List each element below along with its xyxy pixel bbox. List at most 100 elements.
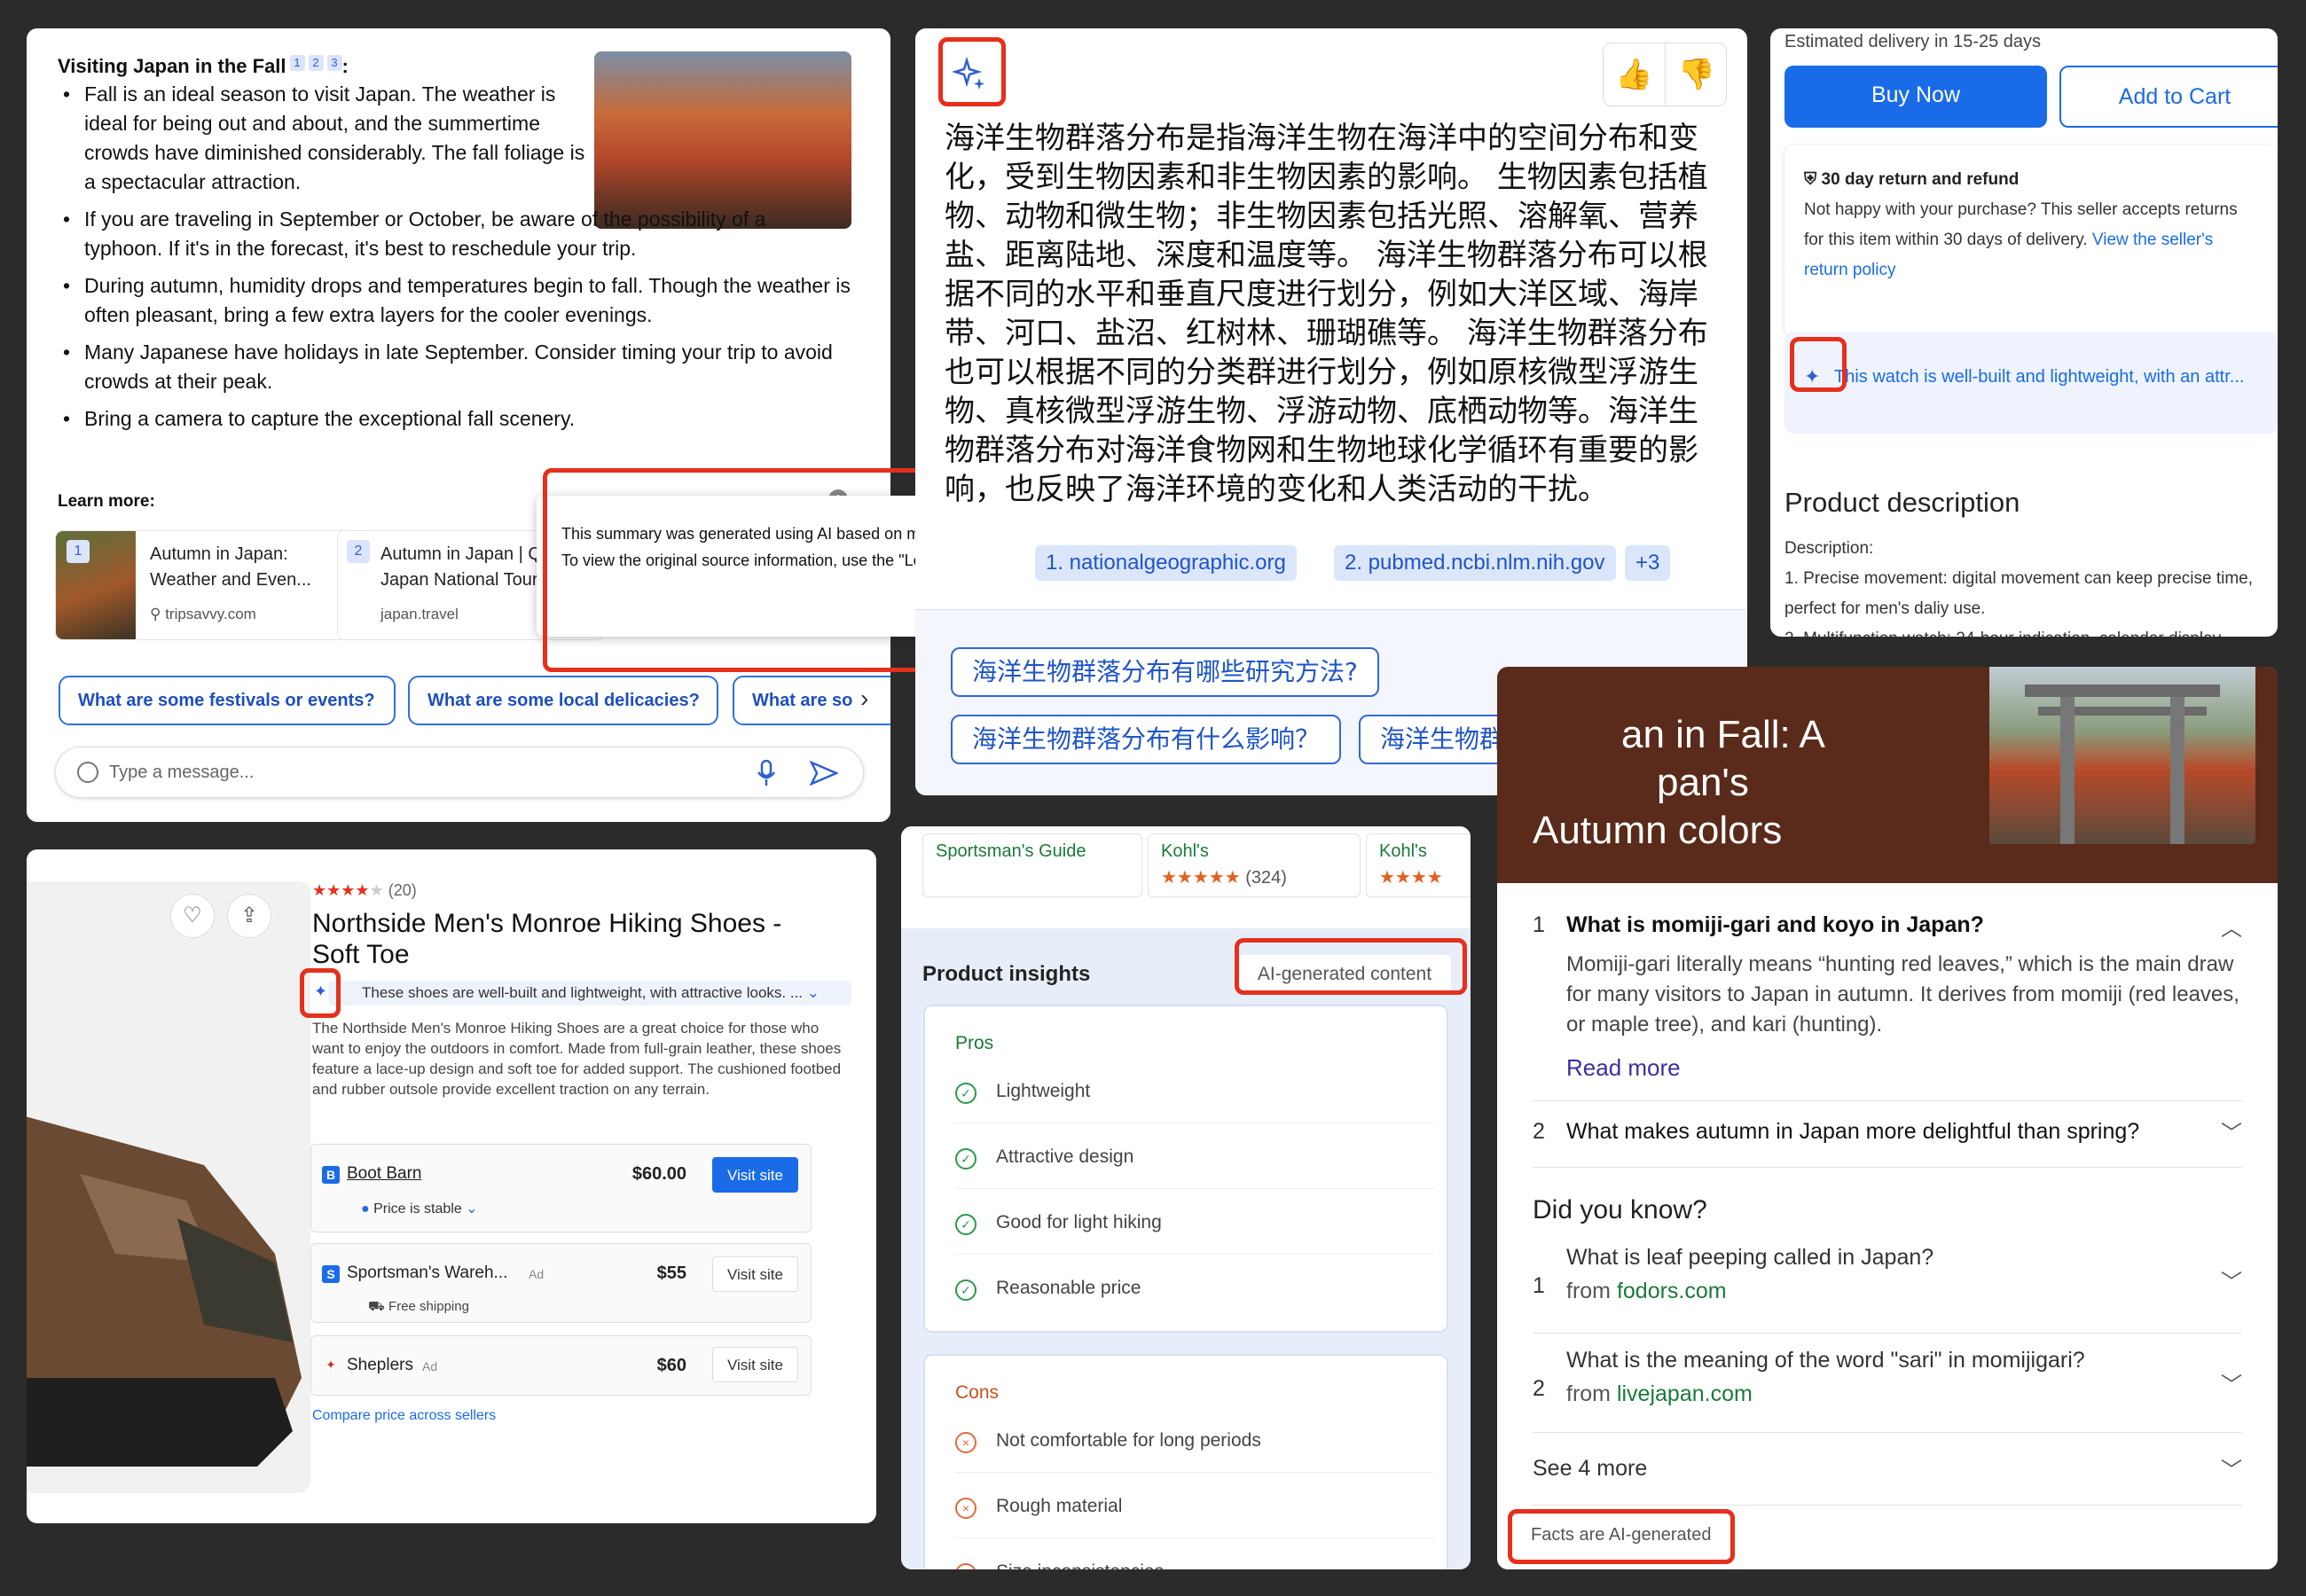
ai-summary-row[interactable]: ✦ This watch is well-built and lightweig… [1784,332,2278,434]
japan-fall-panel: an in Fall: Apan's Autumn colors 1 What i… [1497,667,2278,1569]
ai-summary-text: This watch is well-built and lightweight… [1834,367,2245,387]
chevron-up-icon[interactable]: ︿ [2221,911,2242,942]
share-icon[interactable]: ⇪ [227,894,271,938]
seller-name[interactable]: Sportsman's Wareh... [347,1264,507,1283]
citation-3[interactable]: 3 [326,55,342,71]
visit-site-button[interactable]: Visit site [712,1256,798,1292]
product-title: Northside Men's Monroe Hiking Shoes - So… [312,909,782,969]
seller-price: $60 [656,1356,686,1375]
summary-bullet: Fall is an ideal season to visit Japan. … [58,80,599,197]
fact-number: 1 [1533,1273,1545,1298]
check-icon: ✓ [955,1214,977,1235]
compare-prices-link[interactable]: Compare price across sellers [312,1408,496,1424]
return-policy-card: ⛨ 30 day return and refund Not happy wit… [1784,145,2278,336]
suggestion-chip-2[interactable]: What are some local delicacies? [408,676,718,725]
chevron-down-icon[interactable]: ﹀ [2221,1367,2242,1398]
faq-item[interactable]: 2 What makes autumn in Japan more deligh… [1533,1101,2242,1168]
cons-label: Cons [955,1382,1000,1403]
summary-bullet: If you are traveling in September or Oct… [58,205,838,263]
fact-source: from fodors.com [1566,1279,1727,1303]
see-more-label: See 4 more [1533,1456,1648,1481]
buy-now-button[interactable]: Buy Now [1784,66,2047,128]
ai-facts-disclaimer: Facts are AI-generated [1531,1525,1712,1545]
followup-chip-1[interactable]: 海洋生物群落分布有哪些研究方法? [951,647,1379,697]
summary-title: Visiting Japan in the Fall 1 2 3: [58,55,349,77]
microphone-icon[interactable] [757,760,776,786]
source-number: 2 [347,540,370,563]
fact-item[interactable]: 1 What is leaf peeping called in Japan? … [1533,1234,2242,1334]
source-domain: japan.travel [380,606,459,622]
add-to-cart-button[interactable]: Add to Cart [2059,66,2278,128]
send-icon[interactable] [810,761,838,786]
ad-badge: Ad [529,1267,545,1281]
seller-name[interactable]: Boot Barn [347,1164,422,1184]
truck-icon: ⛟ [368,1299,385,1314]
ai-summary-row[interactable]: These shoes are well-built and lightweig… [328,981,851,1005]
pro-item: ✓ Attractive design [955,1125,1434,1189]
fact-item[interactable]: 2 What is the meaning of the word "sari"… [1533,1334,2242,1433]
seller-row: B Boot Barn $60.00 Visit site ● Price is… [310,1144,812,1232]
product-insights-panel: Sportsman's Guide Kohl's ★★★★★ (324) Kohl… [901,826,1471,1569]
heart-icon[interactable]: ♡ [170,894,215,938]
source-chip-more[interactable]: +3 [1625,545,1671,581]
source-number: 1 [67,540,90,563]
store-name: Sportsman's Guide [936,841,1086,861]
followup-chip-2[interactable]: 海洋生物群落分布有什么影响？ [951,715,1342,764]
pros-label: Pros [955,1033,994,1053]
watch-product-panel: Estimated delivery in 15-25 days Buy Now… [1770,28,2278,637]
x-icon: × [955,1432,977,1453]
star-rating: ★★★★★ (20) [312,881,417,899]
feedback-buttons: 👍 👎 [1603,43,1727,106]
insights-body: Product insights AI-generated content Pr… [901,928,1471,1569]
seller-row: S Sportsman's Wareh... Ad $55 Visit site… [310,1243,812,1323]
store-rating: ★★★★ [1379,868,1443,888]
fact-number: 2 [1533,1376,1545,1401]
pros-section: Pros ✓ Lightweight ✓ Attractive design ✓ Go… [923,1005,1448,1333]
hero-title: an in Fall: Apan's Autumn colors [1533,713,1825,852]
pro-item: ✓ Good for light hiking [955,1191,1434,1255]
sparkle-icon [953,57,984,90]
torii-image [1989,667,2255,844]
chevron-down-icon[interactable]: ﹀ [2221,1264,2242,1295]
sparkle-icon: ✦ [314,982,328,1000]
pro-item: ✓ Reasonable price [955,1256,1434,1320]
product-description: The Northside Men's Monroe Hiking Shoes … [312,1020,842,1098]
thumbs-down-icon[interactable]: 👎 [1666,43,1728,106]
read-more-link[interactable]: Read more [1566,1054,1681,1082]
message-input[interactable]: Type a message... [55,747,864,798]
store-card[interactable]: Sportsman's Guide [922,833,1142,897]
sparkle-icon: ✦ [1804,365,1821,387]
chevron-down-icon: ⌄ [806,984,820,1001]
source-chip-2[interactable]: 2. pubmed.ncbi.nlm.nih.gov [1334,545,1616,581]
chevron-down-icon[interactable]: ⌄ [466,1201,477,1217]
seller-name[interactable]: Sheplers [347,1356,413,1375]
product-description: Description: 1. Precise movement: digita… [1784,539,2254,637]
visit-site-button[interactable]: Visit site [712,1347,798,1382]
citation-1[interactable]: 1 [289,55,305,71]
faq-item-expanded[interactable]: 1 What is momiji-gari and koyo in Japan?… [1533,902,2242,1101]
see-more-row[interactable]: See 4 more ﹀ [1533,1433,2242,1506]
source-chip-1[interactable]: 1. nationalgeographic.org [1035,545,1297,581]
source-card-1[interactable]: 1 Autumn in Japan: Weather and Even... ⚲… [55,530,355,640]
chevron-right-icon[interactable]: › [860,685,868,713]
trend-icon: ● [361,1201,370,1217]
chat-bubble-icon [77,762,98,783]
store-card[interactable]: Kohl's ★★★★★ (324) [1148,833,1361,897]
faq-number: 2 [1533,1119,1545,1144]
delivery-estimate: Estimated delivery in 15-25 days [1784,32,2042,51]
check-icon: ✓ [955,1083,977,1104]
source-domain: ⚲ tripsavvy.com [150,606,256,622]
chevron-down-icon[interactable]: ﹀ [2221,1452,2242,1483]
visit-site-button[interactable]: Visit site [712,1157,798,1193]
return-title: ⛨ 30 day return and refund [1804,170,2020,189]
citation-2[interactable]: 2 [308,55,324,71]
seller-logo: ✦ [326,1357,336,1372]
thumbs-up-icon[interactable]: 👍 [1604,43,1666,106]
seller-logo: B [322,1166,340,1184]
store-card[interactable]: Kohl's ★★★★ [1366,833,1471,897]
summary-bullet: During autumn, humidity drops and temper… [58,271,874,330]
store-name: Kohl's [1379,841,1427,861]
hero-banner: an in Fall: Apan's Autumn colors [1497,667,2278,883]
suggestion-chip-1[interactable]: What are some festivals or events? [59,676,396,725]
chevron-down-icon[interactable]: ﹀ [2221,1115,2242,1146]
